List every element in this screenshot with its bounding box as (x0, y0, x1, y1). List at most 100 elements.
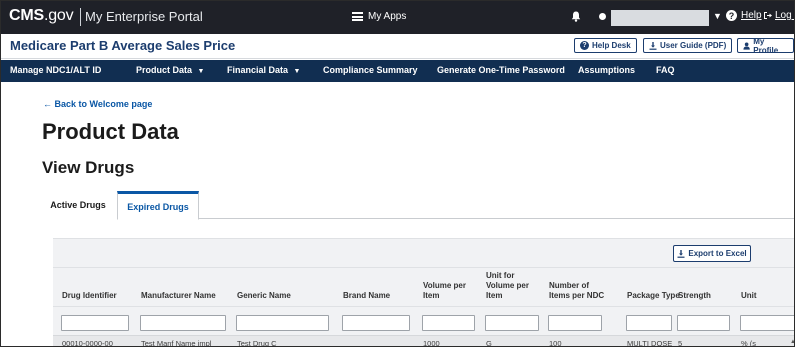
header-text: Strength (678, 291, 711, 300)
column-header-unit-for-volume[interactable]: Unit for Volume per Item (486, 271, 529, 301)
page-title: Product Data (42, 119, 179, 144)
brand-suffix: .gov (43, 7, 74, 24)
logout-link[interactable]: Log O (763, 10, 794, 21)
column-header-volume-per-item[interactable]: Volume per Item (423, 281, 466, 301)
brand-divider (80, 8, 81, 26)
user-menu-chevron-down-icon[interactable]: ▼ (713, 11, 722, 21)
column-header-strength[interactable]: Strength (678, 291, 711, 301)
filter-package-type[interactable] (626, 315, 672, 331)
nav-financial-data-label: Financial Data (227, 65, 289, 75)
cell-drug-identifier: 00010-0000-00 (62, 339, 113, 347)
drugs-table-panel: Export to Excel Drug Identifier Manufact… (53, 238, 794, 347)
column-header-items-per-ndc[interactable]: Number of Items per NDC (549, 281, 604, 301)
header-text: Number of (549, 281, 589, 290)
logout-label: Log O (775, 10, 794, 21)
filter-manufacturer-name[interactable] (140, 315, 226, 331)
question-icon: ? (726, 10, 737, 21)
table-row[interactable]: 00010-0000-00 Test Manf Name impl Test D… (53, 335, 794, 347)
filter-items-per-ndc[interactable] (548, 315, 602, 331)
application-title: Medicare Part B Average Sales Price (10, 38, 236, 53)
header-text: Item (423, 291, 440, 300)
brand-bold: CMS (9, 7, 44, 24)
user-guide-button[interactable]: User Guide (PDF) (643, 38, 733, 53)
my-profile-label: My Profile (753, 36, 779, 55)
header-text: Item (486, 291, 503, 300)
table-header: Drug Identifier Manufacturer Name Generi… (53, 267, 794, 305)
help-desk-button[interactable]: ? Help Desk (574, 38, 637, 53)
cell-manufacturer-name: Test Manf Name impl (141, 339, 212, 347)
section-title: View Drugs (42, 158, 135, 177)
nav-faq[interactable]: FAQ (656, 65, 675, 75)
column-header-brand-name[interactable]: Brand Name (343, 291, 390, 301)
logout-icon (764, 12, 772, 19)
nav-assumptions[interactable]: Assumptions (578, 65, 635, 75)
global-header: CMS.gov My Enterprise Portal My Apps ▼ ?… (1, 1, 794, 34)
cell-unit: % (s (741, 339, 756, 347)
filter-unit[interactable] (740, 315, 794, 331)
column-header-drug-identifier[interactable]: Drug Identifier (62, 291, 117, 301)
download-icon (677, 249, 685, 258)
column-header-manufacturer-name[interactable]: Manufacturer Name (141, 291, 216, 301)
scroll-up-icon[interactable]: ▲ (790, 339, 794, 345)
nav-compliance-summary[interactable]: Compliance Summary (323, 65, 418, 75)
nav-product-data[interactable]: Product Data ▼ (136, 65, 204, 75)
cell-unit-for-volume: G (486, 339, 492, 347)
download-icon (649, 41, 657, 50)
header-text: Unit for (486, 271, 515, 280)
my-apps-button[interactable]: My Apps (352, 11, 406, 22)
header-text: Manufacturer Name (141, 291, 216, 300)
nav-financial-data[interactable]: Financial Data ▼ (227, 65, 300, 75)
header-text: Brand Name (343, 291, 391, 300)
main-nav: Manage NDC1/ALT ID Product Data ▼ Financ… (1, 60, 794, 82)
question-icon: ? (580, 41, 589, 50)
cell-strength: 5 (678, 339, 683, 347)
column-header-generic-name[interactable]: Generic Name (237, 291, 291, 301)
header-text: Items per NDC (549, 291, 605, 300)
filter-unit-for-volume[interactable] (485, 315, 539, 331)
chevron-down-icon: ▼ (293, 68, 301, 75)
menu-icon (352, 12, 363, 21)
export-to-excel-button[interactable]: Export to Excel (673, 245, 751, 262)
cell-generic-name: Test Drug C (237, 339, 277, 347)
filter-generic-name[interactable] (236, 315, 329, 331)
user-guide-label: User Guide (PDF) (660, 41, 727, 50)
nav-product-data-label: Product Data (136, 65, 193, 75)
export-label: Export to Excel (688, 249, 747, 258)
cell-volume-per-item: 1000 (423, 339, 440, 347)
user-status-icon (599, 13, 606, 20)
user-name-redacted[interactable] (611, 10, 709, 26)
help-label: Help (741, 10, 762, 21)
filter-strength[interactable] (677, 315, 730, 331)
application-header: Medicare Part B Average Sales Price ? He… (1, 34, 794, 59)
cell-package-type: MULTI DOSE (627, 339, 673, 347)
header-text: Unit (741, 291, 757, 300)
my-apps-label: My Apps (368, 11, 407, 22)
header-text: Package Type (627, 291, 680, 300)
help-desk-label: Help Desk (592, 41, 631, 50)
header-text: Volume per (486, 281, 529, 290)
filter-drug-identifier[interactable] (61, 315, 129, 331)
cms-logo[interactable]: CMS.gov (9, 7, 74, 25)
my-profile-button[interactable]: My Profile (737, 36, 794, 55)
bell-icon[interactable] (571, 11, 581, 22)
tab-expired-drugs[interactable]: Expired Drugs (117, 191, 199, 220)
drug-tabs: Active Drugs Expired Drugs (39, 191, 794, 220)
user-icon (743, 42, 750, 50)
nav-manage-ndc[interactable]: Manage NDC1/ALT ID (10, 65, 101, 75)
nav-generate-otp[interactable]: Generate One-Time Password (437, 65, 565, 75)
chevron-down-icon: ▼ (197, 68, 205, 75)
filter-volume-per-item[interactable] (422, 315, 475, 331)
filter-brand-name[interactable] (342, 315, 410, 331)
back-to-welcome-link[interactable]: ← Back to Welcome page (43, 99, 152, 109)
help-link[interactable]: ? Help (726, 10, 762, 21)
column-header-unit[interactable]: Unit (741, 291, 757, 301)
cell-items-per-ndc: 100 (549, 339, 562, 347)
header-text: Generic Name (237, 291, 291, 300)
header-text: Drug Identifier (62, 291, 117, 300)
portal-name: My Enterprise Portal (85, 9, 203, 24)
tab-active-drugs[interactable]: Active Drugs (39, 191, 117, 219)
header-text: Volume per (423, 281, 466, 290)
app-window: CMS.gov My Enterprise Portal My Apps ▼ ?… (0, 0, 795, 347)
column-filters (53, 306, 794, 334)
column-header-package-type[interactable]: Package Type (627, 291, 680, 301)
